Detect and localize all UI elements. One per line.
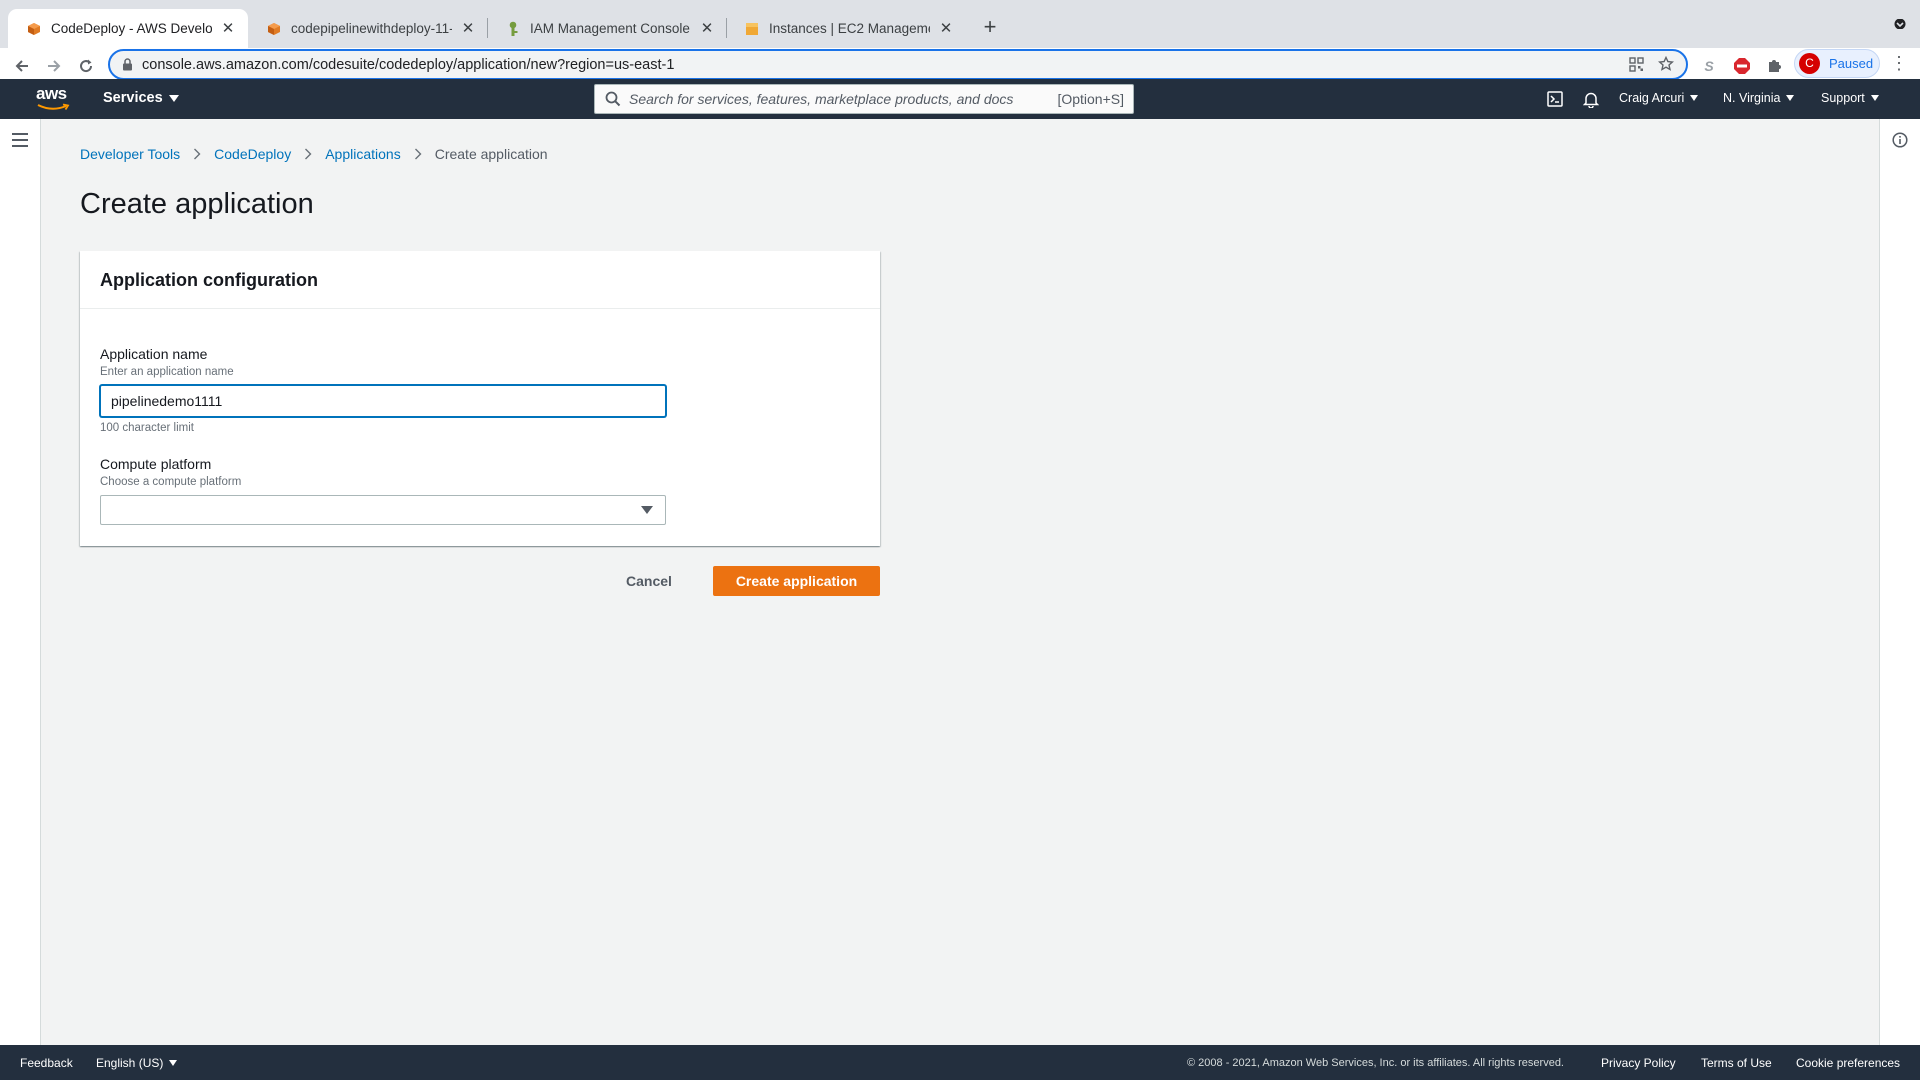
cookie-preferences-link[interactable]: Cookie preferences <box>1796 1056 1900 1070</box>
profile-button[interactable]: C Paused <box>1794 49 1880 78</box>
breadcrumb-current: Create application <box>434 146 548 162</box>
aws-cube-icon <box>266 21 282 37</box>
console-footer: Feedback English (US) © 2008 - 2021, Ama… <box>0 1045 1920 1080</box>
search-icon <box>605 91 621 112</box>
cloudshell-icon[interactable] <box>1546 90 1564 108</box>
terms-of-use-link[interactable]: Terms of Use <box>1701 1056 1772 1070</box>
support-menu[interactable]: Support <box>1821 91 1879 105</box>
language-selector[interactable]: English (US) <box>96 1056 178 1070</box>
extensions-puzzle-icon[interactable] <box>1764 56 1784 76</box>
feedback-link[interactable]: Feedback <box>20 1056 73 1070</box>
copyright-text: © 2008 - 2021, Amazon Web Services, Inc.… <box>1187 1057 1564 1069</box>
reload-icon[interactable] <box>72 52 100 80</box>
extension-s-icon[interactable]: S <box>1699 56 1719 76</box>
tab-title: IAM Management Console <box>530 21 690 36</box>
browser-tab-codedeploy[interactable]: CodeDeploy - AWS Developer ✕ <box>8 9 248 48</box>
chevron-right-icon <box>304 148 312 160</box>
compute-platform-description: Choose a compute platform <box>100 476 242 488</box>
new-tab-icon[interactable]: + <box>976 14 1004 42</box>
notifications-bell-icon[interactable] <box>1582 90 1600 108</box>
chevron-right-icon <box>193 148 201 160</box>
tab-title: CodeDeploy - AWS Developer <box>51 21 212 36</box>
application-name-input[interactable] <box>100 385 666 417</box>
caret-down-icon <box>1690 95 1699 101</box>
panel-header: Application configuration <box>80 251 880 309</box>
browser-tab-strip: CodeDeploy - AWS Developer ✕ codepipelin… <box>0 0 1920 48</box>
lock-icon <box>122 58 133 76</box>
side-navigation-rail <box>0 119 41 1045</box>
aws-cube-icon <box>26 21 42 37</box>
profile-status: Paused <box>1829 56 1874 71</box>
account-menu[interactable]: Craig Arcuri <box>1619 91 1699 105</box>
tab-title: codepipelinewithdeploy-11-11 <box>291 21 452 36</box>
compute-platform-label: Compute platform <box>100 456 212 472</box>
browser-menu-icon[interactable]: ⋮ <box>1890 52 1908 76</box>
help-panel-rail <box>1879 119 1920 1045</box>
page-title: Create application <box>80 188 314 220</box>
caret-down-icon <box>1786 95 1795 101</box>
bookmark-star-icon[interactable] <box>1657 55 1675 77</box>
caret-down-icon <box>641 506 653 514</box>
aws-search-input[interactable] <box>629 89 1029 109</box>
aws-logo[interactable]: aws <box>36 85 72 111</box>
browser-tab-ec2[interactable]: Instances | EC2 Management C ✕ <box>726 9 966 48</box>
region-menu[interactable]: N. Virginia <box>1723 91 1795 105</box>
breadcrumb-codedeploy[interactable]: CodeDeploy <box>214 146 291 162</box>
info-icon[interactable] <box>1892 132 1908 153</box>
application-name-label: Application name <box>100 346 208 362</box>
address-bar[interactable]: console.aws.amazon.com/codesuite/codedep… <box>108 49 1688 80</box>
url-text: console.aws.amazon.com/codesuite/codedep… <box>142 57 675 73</box>
caret-down-icon <box>1870 95 1879 101</box>
create-application-button[interactable]: Create application <box>713 566 880 596</box>
chevron-right-icon <box>414 148 422 160</box>
breadcrumb-applications[interactable]: Applications <box>325 146 401 162</box>
close-tab-icon[interactable]: ✕ <box>938 20 954 37</box>
cancel-button[interactable]: Cancel <box>612 566 686 596</box>
aws-search-box[interactable]: [Option+S] <box>594 84 1134 114</box>
application-name-description: Enter an application name <box>100 366 234 378</box>
adblock-icon[interactable] <box>1732 56 1752 76</box>
search-shortcut-hint: [Option+S] <box>1057 91 1124 107</box>
privacy-policy-link[interactable]: Privacy Policy <box>1601 1056 1676 1070</box>
aws-global-header: aws Services [Option+S] Craig Arcuri N. … <box>0 79 1920 119</box>
breadcrumb: Developer Tools CodeDeploy Applications … <box>80 146 548 162</box>
application-configuration-panel: Application configuration Application na… <box>80 251 880 546</box>
browser-toolbar: console.aws.amazon.com/codesuite/codedep… <box>0 48 1920 83</box>
hamburger-menu-icon[interactable] <box>12 133 28 147</box>
tab-title: Instances | EC2 Management C <box>769 21 930 36</box>
browser-tab-iam[interactable]: IAM Management Console ✕ <box>487 9 727 48</box>
avatar: C <box>1799 53 1820 74</box>
aws-smile-icon <box>37 103 70 110</box>
breadcrumb-developer-tools[interactable]: Developer Tools <box>80 146 180 162</box>
back-arrow-icon[interactable] <box>8 52 36 80</box>
forward-arrow-icon[interactable] <box>40 52 68 80</box>
caret-down-icon <box>169 1060 178 1066</box>
application-name-constraint: 100 character limit <box>100 422 194 434</box>
compute-platform-select[interactable] <box>100 495 666 525</box>
ec2-icon <box>744 21 760 37</box>
iam-icon <box>505 21 521 37</box>
qr-code-icon[interactable] <box>1629 57 1644 77</box>
caret-down-icon <box>168 94 179 102</box>
services-menu[interactable]: Services <box>103 90 179 106</box>
tab-search-icon[interactable] <box>1892 16 1908 32</box>
browser-tab-codepipeline[interactable]: codepipelinewithdeploy-11-11 ✕ <box>248 9 488 48</box>
close-tab-icon[interactable]: ✕ <box>699 20 715 37</box>
close-tab-icon[interactable]: ✕ <box>220 20 236 37</box>
close-tab-icon[interactable]: ✕ <box>460 20 476 37</box>
panel-title: Application configuration <box>100 270 318 290</box>
